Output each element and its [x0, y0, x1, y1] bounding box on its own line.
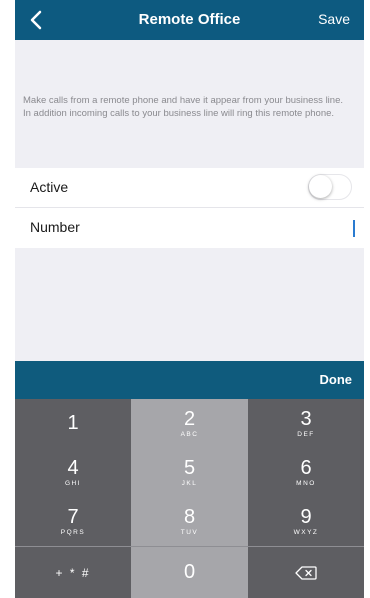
- key-digit: 1: [67, 411, 79, 434]
- remote-office-screen: Remote Office Save Make calls from a rem…: [15, 0, 364, 598]
- active-toggle[interactable]: [308, 174, 352, 200]
- save-button[interactable]: Save: [318, 11, 350, 27]
- key-symbols[interactable]: + * #: [15, 547, 131, 598]
- text-caret: [353, 220, 355, 237]
- number-label: Number: [30, 219, 80, 235]
- key-digit: 0: [183, 561, 196, 583]
- key-digit: 9: [300, 505, 312, 528]
- active-row: Active: [15, 168, 364, 208]
- page-title: Remote Office: [138, 11, 241, 28]
- key-digit: 7: [67, 505, 79, 528]
- key-digit: 2: [183, 407, 196, 430]
- numeric-keypad: 1 2 ABC 3 DEF 4 GHI 5 JKL 6 MNO 7 PQRS 8: [15, 399, 364, 598]
- active-label: Active: [30, 179, 69, 195]
- backspace-icon: [295, 565, 317, 580]
- key-0[interactable]: 0: [131, 547, 248, 598]
- key-letters: JKL: [181, 479, 198, 487]
- key-8[interactable]: 8 TUV: [131, 497, 248, 546]
- key-4[interactable]: 4 GHI: [15, 448, 131, 497]
- key-digit: 6: [300, 456, 312, 479]
- key-digit: 8: [183, 505, 196, 528]
- key-digit: 3: [300, 407, 312, 430]
- key-2[interactable]: 2 ABC: [131, 399, 248, 448]
- key-1[interactable]: 1: [15, 399, 131, 448]
- key-5[interactable]: 5 JKL: [131, 448, 248, 497]
- nav-bar: Remote Office Save: [15, 0, 364, 40]
- symbols-label: + * #: [55, 565, 91, 580]
- key-6[interactable]: 6 MNO: [248, 448, 364, 497]
- key-digit: 5: [183, 456, 196, 479]
- key-letters: TUV: [180, 528, 199, 536]
- key-9[interactable]: 9 WXYZ: [248, 497, 364, 546]
- done-button[interactable]: Done: [320, 372, 353, 387]
- key-letters: DEF: [297, 430, 315, 438]
- description-line-1: Make calls from a remote phone and have …: [23, 95, 343, 106]
- number-row: Number: [15, 208, 364, 248]
- key-letters: MNO: [296, 479, 316, 487]
- key-letters: WXYZ: [293, 528, 319, 536]
- description-line-2: In addition incoming calls to your busin…: [23, 108, 335, 119]
- description-text: Make calls from a remote phone and have …: [23, 94, 358, 120]
- key-letters: GHI: [64, 479, 82, 487]
- key-letters: ABC: [180, 430, 199, 438]
- key-3[interactable]: 3 DEF: [248, 399, 364, 448]
- keyboard-toolbar: Done: [15, 361, 364, 399]
- number-input[interactable]: [125, 214, 354, 242]
- toggle-knob: [309, 175, 332, 198]
- key-letters: PQRS: [60, 528, 86, 536]
- key-digit: 4: [67, 456, 79, 479]
- delete-key[interactable]: [248, 547, 364, 598]
- key-7[interactable]: 7 PQRS: [15, 497, 131, 546]
